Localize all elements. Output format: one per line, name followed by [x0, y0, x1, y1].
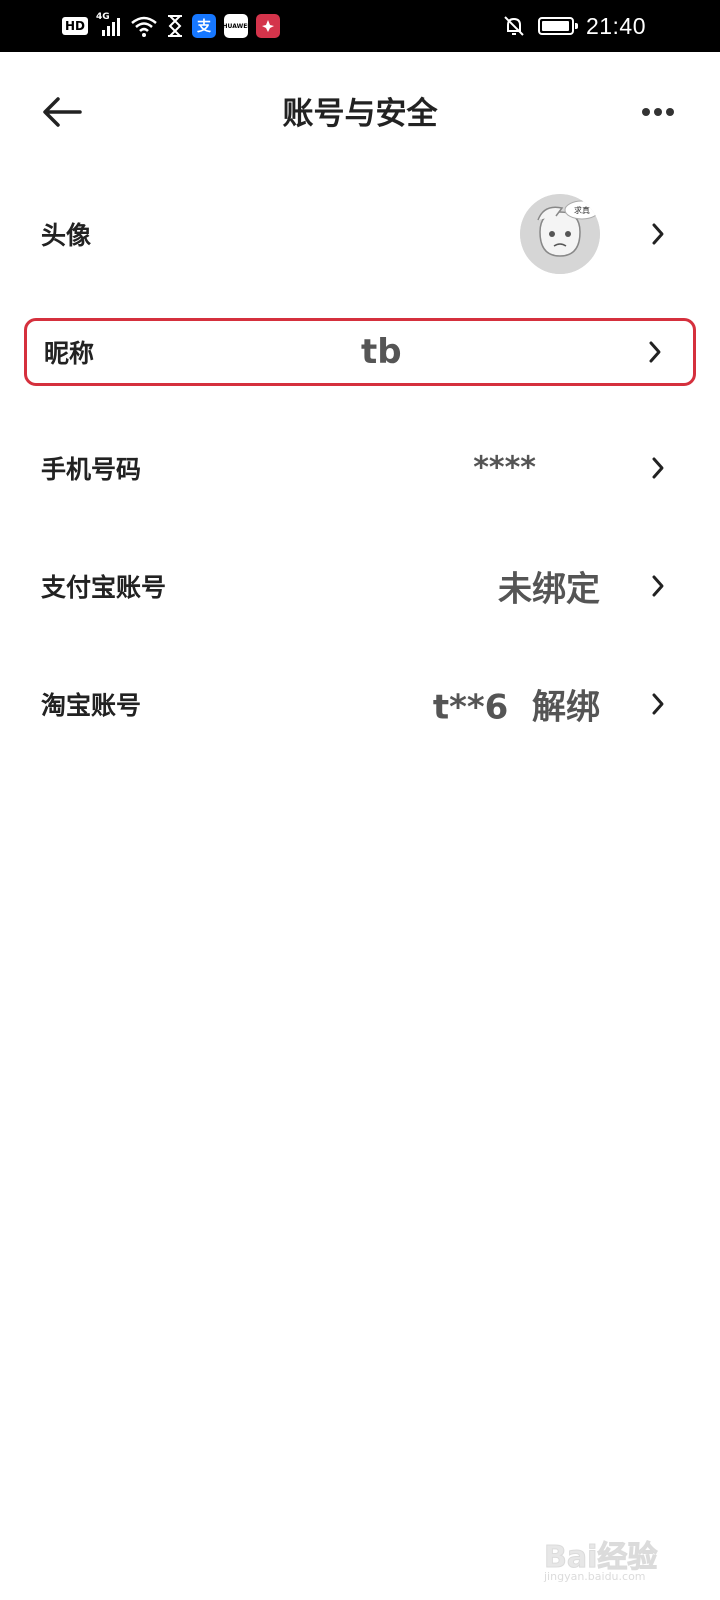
row-label: 头像 — [41, 221, 92, 250]
row-avatar[interactable]: 头像 求真 — [24, 194, 696, 274]
row-label: 淘宝账号 — [41, 691, 142, 720]
row-alipay-account[interactable]: 支付宝账号 未绑定 — [24, 552, 696, 620]
red-app-icon — [256, 14, 281, 38]
clock: 21:40 — [585, 12, 646, 39]
chevron-right-icon — [652, 693, 664, 715]
page-title: 账号与安全 — [282, 96, 438, 132]
row-value: tb — [361, 332, 402, 372]
battery-icon — [537, 17, 578, 35]
row-label: 手机号码 — [41, 455, 142, 484]
row-taobao-account[interactable]: 淘宝账号 t**6 解绑 — [24, 670, 696, 738]
row-nickname[interactable]: 昵称 tb — [24, 318, 696, 386]
huawei-app-icon: HUAWEI — [222, 14, 250, 38]
signal-bars — [102, 18, 121, 36]
watermark: Bai经验 jingyan.baidu.com — [534, 1512, 684, 1584]
more-icon-dot — [666, 108, 674, 116]
wifi-icon — [131, 16, 157, 37]
row-value[interactable]: t**6 解绑 — [433, 680, 600, 729]
more-icon-dot — [654, 108, 662, 116]
status-bar: HD 4G 支 HUAWEI 21:40 — [0, 0, 720, 52]
chevron-right-icon — [652, 575, 664, 597]
row-value: 未绑定 — [498, 569, 600, 610]
battery-level-fill — [541, 21, 569, 31]
chevron-right-icon — [652, 457, 664, 479]
signal-icon: 4G — [96, 12, 122, 38]
huawei-app-label: HUAWEI — [222, 22, 250, 30]
more-button[interactable] — [632, 86, 684, 138]
row-label: 支付宝账号 — [41, 573, 167, 602]
row-value: **** — [473, 450, 536, 486]
chevron-right-icon — [649, 341, 661, 363]
row-label: 昵称 — [44, 339, 95, 368]
header: 账号与安全 — [0, 52, 720, 172]
chevron-right-icon — [652, 223, 664, 245]
row-phone-number[interactable]: 手机号码 **** — [24, 434, 696, 502]
status-bar-left: HD 4G 支 HUAWEI — [62, 12, 281, 40]
more-icon-dot — [642, 108, 650, 116]
hourglass-icon — [168, 15, 183, 37]
notifications-off-icon — [504, 16, 524, 36]
avatar-caption: 求真 — [574, 205, 590, 215]
alipay-app-icon: 支 — [192, 14, 217, 38]
watermark-subtext: jingyan.baidu.com — [544, 1570, 646, 1583]
status-bar-right: 21:40 — [502, 12, 646, 40]
avatar[interactable]: 求真 — [520, 194, 600, 274]
hd-icon: HD — [62, 17, 89, 35]
